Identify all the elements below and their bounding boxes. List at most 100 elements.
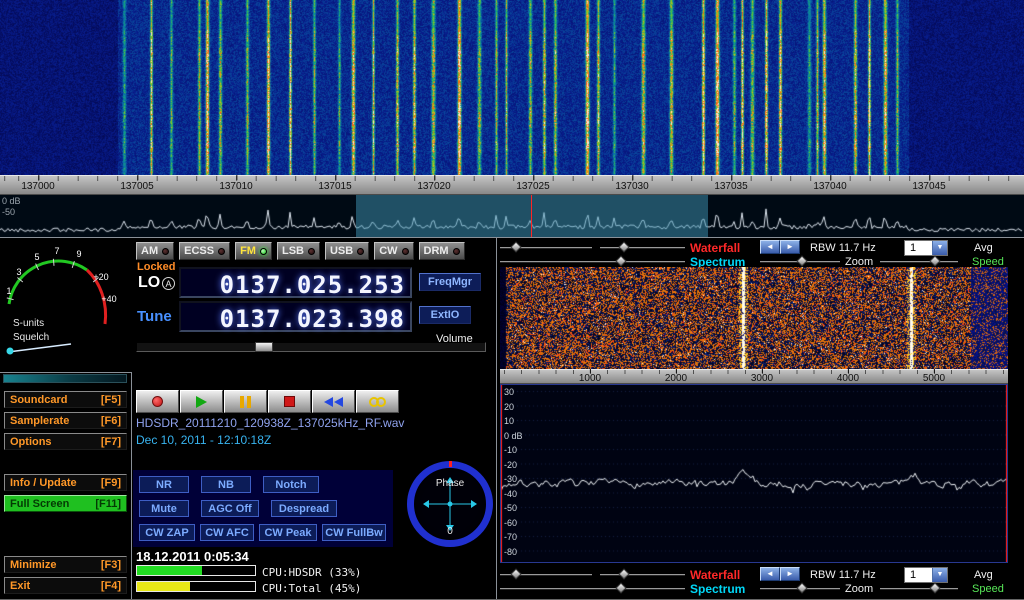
mode-led-icon: [218, 248, 225, 255]
nb-button[interactable]: NB: [201, 476, 251, 493]
volume-slider[interactable]: [136, 342, 486, 352]
slider-track[interactable]: [500, 588, 685, 589]
af-waterfall-display[interactable]: [500, 267, 1008, 369]
spectrum-tab[interactable]: Spectrum: [690, 582, 745, 596]
mode-am[interactable]: AM: [136, 242, 174, 260]
mode-fm[interactable]: FM: [235, 242, 272, 260]
freq-scale-label: 137040: [813, 181, 846, 192]
phase-indicator[interactable]: Phase 0: [407, 461, 493, 547]
scroll-arrows: ◄ ►: [760, 567, 800, 581]
cw-peak-button[interactable]: CW Peak: [259, 524, 317, 541]
cpu-hdsdr-bar: [136, 565, 256, 576]
lo-lock-badge[interactable]: A: [162, 277, 175, 290]
fullscreen-button[interactable]: Full Screen[F11]: [4, 495, 127, 512]
mode-label: CW: [379, 245, 397, 257]
mode-drm[interactable]: DRM: [419, 242, 465, 260]
freq-scale-label: 2000: [665, 373, 687, 384]
rewind-button[interactable]: [312, 390, 355, 413]
button-label: Exit: [10, 580, 30, 592]
loop-button[interactable]: [356, 390, 399, 413]
slider-track[interactable]: [600, 247, 685, 248]
cw-afc-button[interactable]: CW AFC: [200, 524, 254, 541]
freqmgr-button[interactable]: FreqMgr: [419, 273, 481, 291]
lo-frequency-display[interactable]: 0137.025.253: [179, 267, 412, 298]
stop-button[interactable]: [268, 390, 311, 413]
volume-slider-handle[interactable]: [255, 342, 273, 352]
waterfall-tab[interactable]: Waterfall: [690, 568, 740, 582]
slider-track[interactable]: [600, 574, 685, 575]
zoom-slider-handle[interactable]: [796, 582, 807, 593]
speed-slider-handle[interactable]: [929, 582, 940, 593]
minimize-button[interactable]: Minimize[F3]: [4, 556, 127, 573]
record-button[interactable]: [136, 390, 179, 413]
zoom-slider-handle[interactable]: [796, 255, 807, 266]
main-waterfall-display[interactable]: [0, 0, 1024, 175]
play-button[interactable]: [180, 390, 223, 413]
nr-button[interactable]: NR: [139, 476, 189, 493]
options-button[interactable]: Options[F7]: [4, 433, 127, 450]
af-spectrum-display[interactable]: 30 20 10 0 dB -10 -20 -30 -40 -50 -60 -7…: [500, 384, 1008, 563]
db-scale-label: 20: [504, 402, 514, 412]
pause-button[interactable]: [224, 390, 267, 413]
avg-combo[interactable]: 1 ▼: [904, 567, 948, 583]
hotkey-label: [F9]: [101, 477, 121, 489]
svg-text:3: 3: [16, 267, 21, 277]
avg-combo-value: 1: [905, 241, 932, 255]
squelch-slider[interactable]: [3, 374, 127, 383]
recording-filename: HDSDR_20111210_120938Z_137025kHz_RF.wav: [136, 416, 404, 430]
info-update-button[interactable]: Info / Update[F9]: [4, 474, 127, 491]
button-label: Samplerate: [10, 415, 69, 427]
af-frequency-scale[interactable]: 1000 2000 3000 4000 5000: [500, 369, 1008, 384]
extio-button[interactable]: ExtIO: [419, 306, 471, 324]
mode-usb[interactable]: USB: [325, 242, 369, 260]
agc-off-button[interactable]: AGC Off: [201, 500, 259, 517]
slider-track[interactable]: [500, 261, 685, 262]
svg-text:+20: +20: [93, 272, 108, 282]
hotkey-label: [F11]: [95, 498, 121, 510]
mode-label: FM: [240, 245, 256, 257]
slider-handle[interactable]: [615, 255, 626, 266]
speed-slider-track[interactable]: [880, 261, 958, 262]
s-meter: 1 3 5 7 9 +20 +40 S-units Squelch: [1, 240, 129, 372]
slider-handle[interactable]: [510, 241, 521, 252]
overview-spectrum[interactable]: 0 dB -50: [0, 195, 1024, 237]
zoom-label: Zoom: [845, 583, 873, 595]
chevron-down-icon[interactable]: ▼: [932, 568, 947, 582]
cw-zap-button[interactable]: CW ZAP: [139, 524, 195, 541]
scroll-right-icon[interactable]: ►: [780, 240, 800, 254]
cw-fullbw-button[interactable]: CW FullBw: [322, 524, 386, 541]
rbw-label: RBW 11.7 Hz: [810, 242, 876, 254]
slider-handle[interactable]: [615, 582, 626, 593]
mode-ecss[interactable]: ECSS: [179, 242, 230, 260]
samplerate-button[interactable]: Samplerate[F6]: [4, 412, 127, 429]
playback-controls: [136, 390, 400, 413]
scroll-right-icon[interactable]: ►: [780, 567, 800, 581]
recording-date: Dec 10, 2011 - 12:10:18Z: [136, 433, 271, 447]
freq-scale-label: 3000: [751, 373, 773, 384]
avg-combo[interactable]: 1 ▼: [904, 240, 948, 256]
slider-handle[interactable]: [510, 568, 521, 579]
main-frequency-scale[interactable]: 137000 137005 137010 137015 137020 13702…: [0, 175, 1024, 195]
zoom-selection-band[interactable]: [356, 195, 708, 237]
avg-label: Avg: [974, 242, 993, 254]
cpu-total-text: CPU:Total (45%): [262, 582, 361, 595]
speed-slider-track[interactable]: [880, 588, 958, 589]
waterfall-tab[interactable]: Waterfall: [690, 241, 740, 255]
despread-button[interactable]: Despread: [271, 500, 337, 517]
slider-handle[interactable]: [618, 568, 629, 579]
speed-label: Speed: [972, 583, 1004, 595]
scroll-left-icon[interactable]: ◄: [760, 240, 780, 254]
slider-handle[interactable]: [618, 241, 629, 252]
chevron-down-icon[interactable]: ▼: [932, 241, 947, 255]
exit-button[interactable]: Exit[F4]: [4, 577, 127, 594]
mode-cw[interactable]: CW: [374, 242, 413, 260]
tune-frequency-display[interactable]: 0137.023.398: [179, 301, 412, 332]
speed-slider-handle[interactable]: [929, 255, 940, 266]
mode-lsb[interactable]: LSB: [277, 242, 320, 260]
scroll-left-icon[interactable]: ◄: [760, 567, 780, 581]
soundcard-button[interactable]: Soundcard[F5]: [4, 391, 127, 408]
divider: [0, 237, 1024, 238]
mute-button[interactable]: Mute: [139, 500, 189, 517]
rewind-icon: [334, 397, 343, 407]
notch-button[interactable]: Notch: [263, 476, 319, 493]
